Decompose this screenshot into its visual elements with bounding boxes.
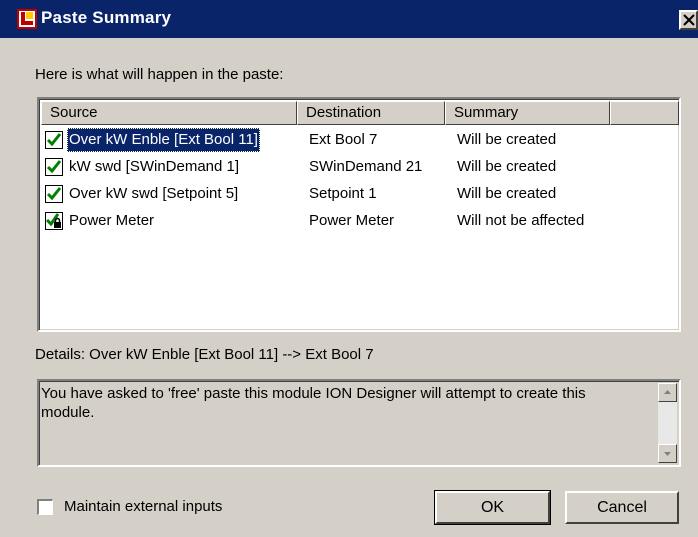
row-destination: Power Meter	[309, 212, 395, 229]
paste-summary-dialog: Paste Summary Here is what will happen i…	[0, 0, 698, 537]
row-destination: Setpoint 1	[309, 185, 377, 202]
close-button[interactable]	[679, 10, 698, 30]
app-icon	[17, 9, 37, 29]
row-destination: SWinDemand 21	[309, 158, 423, 175]
row-summary: Will be created	[457, 131, 557, 148]
row-source: Over kW Enble [Ext Bool 11]	[67, 128, 260, 152]
ok-button[interactable]: OK	[434, 490, 551, 525]
row-source: Over kW swd [Setpoint 5]	[69, 185, 239, 202]
details-text: You have asked to 'free' paste this modu…	[41, 385, 586, 421]
scroll-down-button[interactable]	[658, 444, 677, 463]
maintain-inputs-label: Maintain external inputs	[64, 498, 223, 515]
table-row[interactable]: kW swd [SWinDemand 1] SWinDemand 21 Will…	[39, 155, 679, 179]
row-summary: Will be created	[457, 185, 557, 202]
arrow-up-icon	[664, 390, 671, 394]
row-summary: Will not be affected	[457, 212, 585, 229]
column-header-summary[interactable]: Summary	[445, 101, 610, 125]
row-source: Power Meter	[69, 212, 155, 229]
column-header-destination[interactable]: Destination	[297, 101, 445, 125]
table-row[interactable]: Power Meter Power Meter Will not be affe…	[39, 209, 679, 233]
column-header-source[interactable]: Source	[41, 101, 297, 125]
green-check-icon	[45, 185, 63, 203]
row-summary: Will be created	[457, 158, 557, 175]
green-check-icon	[45, 158, 63, 176]
details-textbox[interactable]: You have asked to 'free' paste this modu…	[37, 379, 681, 467]
close-icon	[683, 14, 695, 26]
green-check-icon	[45, 131, 63, 149]
window-title: Paste Summary	[41, 8, 172, 27]
row-destination: Ext Bool 7	[309, 131, 378, 148]
maintain-inputs-checkbox[interactable]	[37, 499, 53, 515]
intro-label: Here is what will happen in the paste:	[35, 66, 284, 83]
details-scrollbar[interactable]	[658, 383, 677, 463]
check-lock-icon	[45, 212, 63, 230]
scroll-up-button[interactable]	[658, 383, 677, 402]
title-bar: Paste Summary	[0, 0, 698, 38]
table-row[interactable]: Over kW swd [Setpoint 5] Setpoint 1 Will…	[39, 182, 679, 206]
details-label: Details: Over kW Enble [Ext Bool 11] -->…	[35, 346, 374, 363]
column-header-filler	[610, 101, 679, 125]
paste-list[interactable]: Source Destination Summary Over kW Enble…	[37, 97, 681, 332]
arrow-down-icon	[664, 452, 671, 456]
scroll-track[interactable]	[658, 402, 677, 444]
table-row[interactable]: Over kW Enble [Ext Bool 11] Ext Bool 7 W…	[39, 128, 679, 152]
row-source: kW swd [SWinDemand 1]	[69, 158, 240, 175]
cancel-button[interactable]: Cancel	[565, 491, 679, 524]
